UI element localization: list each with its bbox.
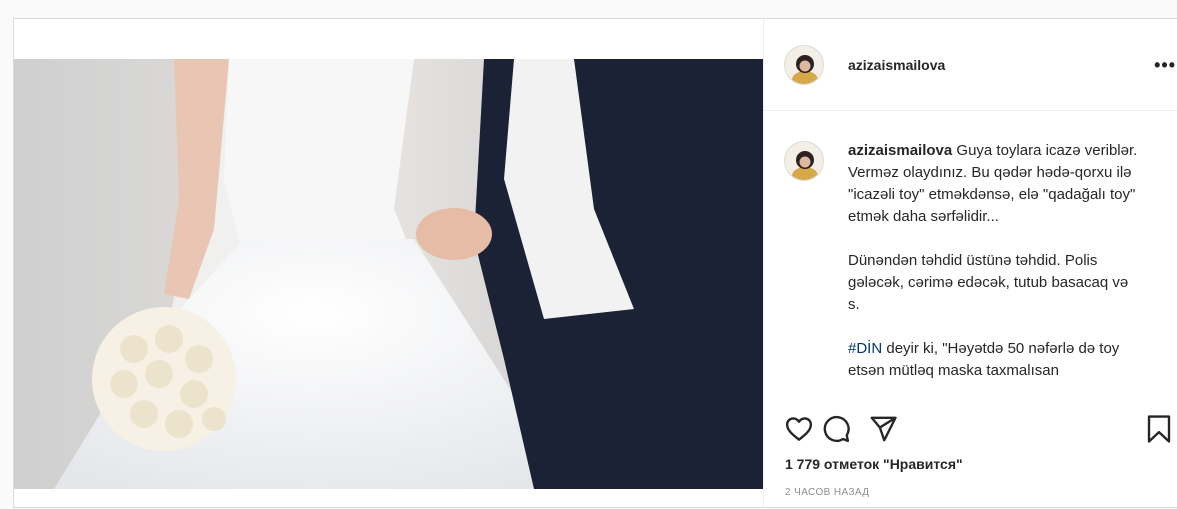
post-timestamp[interactable]: 2 ЧАСОВ НАЗАД	[785, 487, 869, 498]
caption-username[interactable]: azizaismailova	[848, 142, 952, 159]
save-button[interactable]	[1144, 414, 1176, 446]
comment-icon	[823, 415, 850, 443]
send-icon	[870, 416, 897, 442]
like-button[interactable]	[784, 414, 816, 446]
likes-count[interactable]: 1 779 отметок "Нравится"	[785, 456, 963, 472]
caption-avatar-image	[785, 142, 823, 180]
caption-text: azizaismailova Guya toylara icazə veribl…	[848, 140, 1138, 402]
caption-row: azizaismailova Guya toylara icazə veribl…	[784, 140, 1177, 402]
caption-paragraph-3: deyir ki, "Həyətdə 50 nəfərlə də toy ets…	[848, 340, 1120, 379]
share-button[interactable]	[868, 414, 900, 446]
more-options-icon[interactable]: •••	[1154, 55, 1176, 76]
hashtag-link[interactable]: #DİN	[848, 340, 882, 357]
heart-icon	[785, 417, 813, 441]
post-sidebar: azizaismailova ••• azizaismailova Guya t	[763, 19, 1177, 509]
caption-avatar[interactable]	[784, 141, 824, 181]
comments-area: azizaismailova Guya toylara icazə veribl…	[764, 112, 1177, 402]
wedding-photo	[14, 59, 763, 489]
post-image[interactable]	[14, 59, 763, 489]
comment-button[interactable]	[821, 414, 853, 446]
instagram-post: azizaismailova ••• azizaismailova Guya t	[13, 18, 1177, 509]
username-link[interactable]: azizaismailova	[848, 57, 945, 73]
avatar[interactable]	[784, 44, 824, 85]
post-header: azizaismailova •••	[764, 19, 1177, 111]
action-bar	[784, 414, 1176, 444]
bookmark-icon	[1147, 415, 1171, 443]
caption-paragraph-2: Dünəndən təhdid üstünə təhdid. Polis gəl…	[848, 252, 1129, 313]
avatar-image	[785, 45, 823, 84]
